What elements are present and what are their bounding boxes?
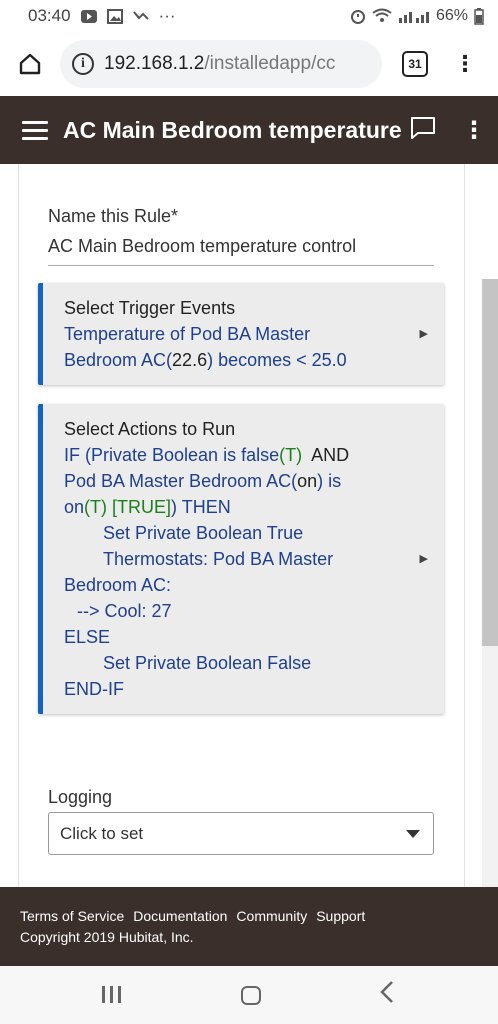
action-line: --> Cool: 27 (77, 601, 172, 621)
temperature-value: 22.6 (172, 350, 208, 370)
logging-select-value: Click to set (60, 823, 144, 843)
rule-name-label: Name this Rule* (48, 206, 179, 226)
action-line: ELSE (64, 627, 111, 647)
action-line: END-IF (64, 679, 124, 699)
overflow-menu-icon[interactable]: ⋮ (462, 116, 486, 145)
trigger-line: Bedroom AC(22.6) becomes < 25.0 (64, 350, 347, 370)
footer-link-community[interactable]: Community (236, 908, 307, 924)
play-arrow-icon: ▶ (419, 553, 428, 565)
dropdown-caret-icon (406, 830, 420, 838)
app-header: AC Main Bedroom temperature ⋮ (0, 96, 498, 164)
trigger-line: Temperature of Pod BA Master (64, 324, 311, 344)
main-content: Name this Rule* AC Main Bedroom temperat… (0, 164, 498, 887)
wifi-icon (372, 8, 392, 22)
info-icon[interactable]: i (72, 53, 94, 75)
action-line: IF (Private Boolean is false(T) AND (64, 445, 350, 465)
tab-switcher-button[interactable]: 31 (402, 51, 428, 77)
trigger-events-button[interactable]: Select Trigger Events Temperature of Pod… (38, 283, 444, 385)
action-line: Set Private Boolean True (103, 523, 304, 543)
back-icon[interactable] (380, 980, 394, 1004)
actions-title: Select Actions to Run (64, 419, 236, 439)
home-nav-icon[interactable] (241, 986, 261, 1005)
battery-percent: 66% (435, 7, 468, 24)
rule-name-input[interactable]: AC Main Bedroom temperature control (48, 236, 434, 266)
page-title: AC Main Bedroom temperature (63, 116, 402, 143)
copyright: Copyright 2019 Hubitat, Inc. (20, 929, 194, 945)
action-line: on(T) [TRUE]) THEN (64, 497, 231, 517)
home-icon (19, 53, 41, 75)
footer: Terms of Service Documentation Community… (0, 887, 498, 966)
feedback-icon[interactable] (410, 116, 436, 140)
footer-link-support[interactable]: Support (316, 908, 365, 924)
recent-apps-icon[interactable] (102, 986, 121, 1003)
missed-call-icon (132, 11, 149, 20)
system-navigation-bar (0, 966, 498, 1024)
trigger-title: Select Trigger Events (64, 298, 236, 318)
footer-link-documentation[interactable]: Documentation (133, 908, 227, 924)
action-line: Pod BA Master Bedroom AC(on) is (64, 471, 342, 491)
browser-menu-icon[interactable]: ⋮ (454, 53, 476, 75)
browser-home-button[interactable] (0, 32, 60, 96)
scrollbar-thumb[interactable] (482, 279, 498, 646)
signal-icon (398, 12, 429, 23)
actions-button[interactable]: Select Actions to Run IF (Private Boolea… (38, 404, 444, 714)
url-host: 192.168.1.2 (104, 53, 205, 74)
alarm-icon (350, 10, 365, 24)
gallery-icon (106, 8, 123, 24)
logging-label: Logging (48, 787, 113, 807)
address-bar[interactable]: i 192.168.1.2/installedapp/cc (60, 40, 382, 88)
url-path: /installedapp/cc (204, 53, 336, 74)
more-notifications: ··· (158, 6, 176, 25)
action-line: Bedroom AC: (64, 575, 172, 595)
action-line: Thermostats: Pod BA Master (103, 549, 334, 569)
browser-toolbar: i 192.168.1.2/installedapp/cc 31 ⋮ (0, 32, 498, 96)
logging-select[interactable]: Click to set (48, 812, 434, 855)
play-arrow-icon: ▶ (419, 328, 428, 340)
clock: 03:40 (28, 6, 71, 25)
footer-link-terms[interactable]: Terms of Service (20, 908, 124, 924)
status-bar: 03:40 ··· 66% (0, 0, 498, 32)
battery-icon (474, 7, 484, 25)
action-line: Set Private Boolean False (103, 653, 312, 673)
hamburger-menu-icon[interactable] (22, 120, 48, 140)
youtube-icon (80, 9, 97, 23)
